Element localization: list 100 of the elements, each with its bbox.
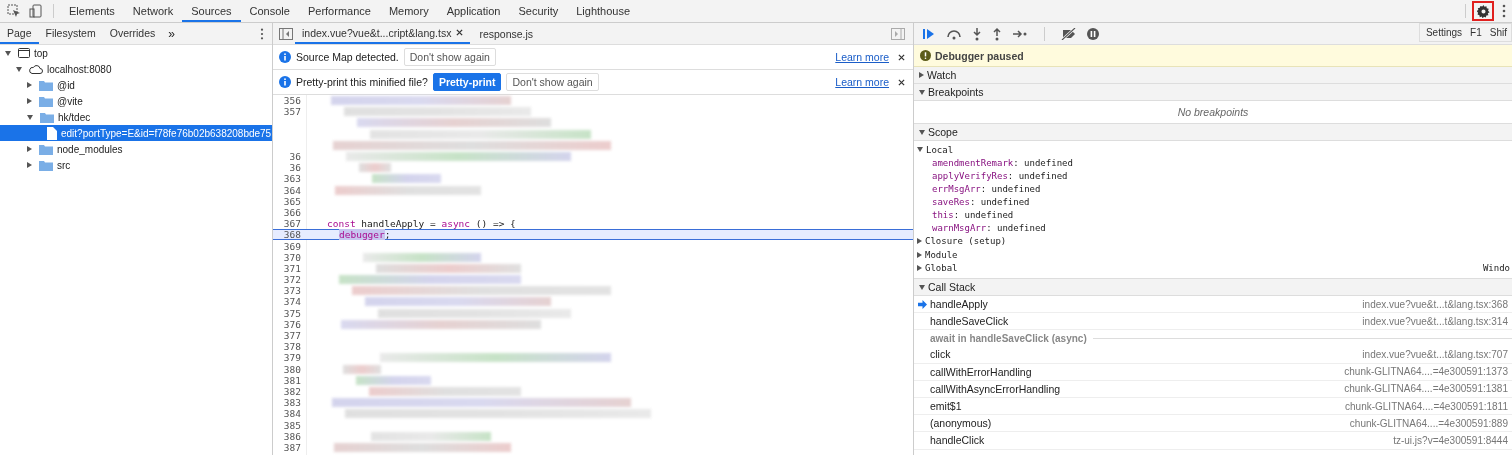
tree-item[interactable]: node_modules — [0, 141, 272, 157]
frame-location[interactable]: chunk-GLITNA64....=4e300591:1373 — [1344, 366, 1508, 378]
inspect-element-icon[interactable] — [7, 4, 21, 18]
close-icon[interactable] — [456, 29, 464, 36]
variable-name: saveRes — [932, 196, 970, 207]
panel-tab[interactable]: Application — [437, 0, 510, 22]
tree-item[interactable]: edit?portType=E&id=f78fe76b02b638208bde75 — [0, 125, 272, 141]
frame-location[interactable]: tz-ui.js?v=4e300591:8444 — [1393, 434, 1508, 446]
step-over-icon[interactable] — [946, 27, 962, 40]
more-tabs-button[interactable]: » — [162, 26, 181, 41]
navigator-tab[interactable]: Overrides — [102, 23, 163, 44]
frame-name: handleClick — [930, 434, 985, 447]
panel-tab[interactable]: Elements — [60, 0, 124, 22]
tree-item[interactable]: @vite — [0, 93, 272, 109]
toggle-navigator-icon[interactable] — [279, 27, 293, 40]
infobar-button[interactable]: Don't show again — [506, 73, 599, 91]
close-icon[interactable] — [898, 78, 905, 86]
section-header[interactable]: Scope — [914, 124, 1512, 141]
more-options-icon[interactable] — [1502, 4, 1506, 18]
infobar-button[interactable]: Don't show again — [403, 48, 496, 66]
variable-value: : undefined — [1013, 157, 1073, 168]
file-tab[interactable]: response.js — [472, 23, 541, 44]
tree-label: edit?portType=E&id=f78fe76b02b638208bde75 — [61, 127, 272, 139]
step-into-icon[interactable] — [972, 26, 982, 41]
device-toolbar-icon[interactable] — [29, 4, 43, 18]
section-header[interactable]: Watch — [914, 67, 1512, 84]
panel-tab[interactable]: Security — [509, 0, 568, 22]
line-number: 363 — [283, 173, 301, 185]
line-number: 364 — [283, 184, 301, 196]
variable-name: errMsgArr — [932, 183, 981, 194]
panel-tab[interactable]: Console — [240, 0, 299, 22]
line-number: 370 — [283, 251, 301, 263]
file-tab[interactable]: index.vue?vue&t...cript&lang.tsx — [295, 23, 471, 44]
tree-item[interactable]: @id — [0, 77, 272, 93]
variable-name: warnMsgArr — [932, 222, 987, 233]
resume-icon[interactable] — [922, 27, 936, 40]
cloud-icon — [29, 64, 43, 74]
scope-label: Module — [925, 249, 958, 260]
line-number: 356 — [283, 95, 301, 107]
frame-location[interactable]: index.vue?vue&t...t&lang.tsx:707 — [1362, 348, 1508, 360]
frame-location[interactable]: chunk-GLITNA64....=4e300591:1381 — [1344, 383, 1508, 395]
frame-location[interactable]: index.vue?vue&t...t&lang.tsx:314 — [1362, 315, 1508, 327]
frame-name: callWithAsyncErrorHandling — [930, 382, 1061, 395]
toggle-debugger-icon[interactable] — [891, 27, 905, 40]
call-frame[interactable]: handleSaveClick index.vue?vue&t...t&lang.tsx:314 — [914, 313, 1512, 331]
line-number: 379 — [283, 352, 301, 364]
step-out-icon[interactable] — [992, 26, 1002, 41]
tree-item[interactable]: top — [0, 45, 272, 61]
section-header[interactable]: Breakpoints — [914, 84, 1512, 101]
panel-tab[interactable]: Network — [123, 0, 183, 22]
navigator-tab[interactable]: Filesystem — [38, 23, 103, 44]
frame-location[interactable]: chunk-GLITNA64....=4e300591:889 — [1349, 417, 1508, 429]
call-frame[interactable]: handleApply index.vue?vue&t...t&lang.tsx:368 — [914, 296, 1512, 314]
close-icon[interactable] — [898, 53, 905, 61]
learn-more-link[interactable]: Learn more — [835, 76, 889, 88]
call-frame[interactable]: click index.vue?vue&t...t&lang.tsx:707 — [914, 346, 1512, 364]
call-frame[interactable]: emit$1 chunk-GLITNA64....=4e300591:1811 — [914, 397, 1512, 416]
line-number: 383 — [283, 397, 301, 409]
frame-location[interactable]: index.vue?vue&t...t&lang.tsx:368 — [1362, 298, 1508, 310]
line-number: 36 — [289, 151, 301, 163]
section-header[interactable]: Call Stack — [914, 279, 1512, 296]
deactivate-breakpoints-icon[interactable] — [1061, 27, 1077, 40]
call-frame[interactable]: handleClick tz-ui.js?v=4e300591:8444 — [914, 432, 1512, 450]
step-icon[interactable] — [1012, 28, 1028, 39]
line-number: 382 — [283, 385, 301, 397]
folder-icon — [39, 159, 53, 171]
variable-value: : undefined — [980, 183, 1041, 194]
line-number: 368 — [283, 229, 301, 241]
call-frame[interactable]: callWithErrorHandling chunk-GLITNA64....=4e300591:1373 — [914, 363, 1512, 381]
line-number: 378 — [283, 341, 301, 353]
scope-group[interactable]: Module — [914, 248, 1512, 262]
more-options-icon[interactable] — [260, 27, 264, 40]
panel-tab[interactable]: Lighthouse — [567, 0, 640, 22]
tree-label: @vite — [57, 95, 83, 107]
call-frame[interactable]: (anonymous) chunk-GLITNA64....=4e300591:889 — [914, 415, 1512, 433]
frame-name: handleSaveClick — [930, 315, 1009, 328]
tree-item[interactable]: localhost:8080 — [0, 61, 272, 77]
folder-icon — [40, 111, 54, 123]
tree-label: @id — [57, 79, 75, 91]
pause-on-exceptions-icon[interactable] — [1087, 27, 1099, 40]
tooltip-shortcut: F1 — [1470, 27, 1482, 38]
tree-label: src — [57, 159, 71, 171]
tooltip-shortcut: Shif — [1489, 27, 1507, 38]
tree-item[interactable]: hk/tdec — [0, 109, 272, 125]
line-number: 384 — [283, 408, 301, 420]
infobar-button[interactable]: Pretty-print — [432, 73, 502, 91]
scope-group[interactable]: Global Windo — [914, 261, 1512, 275]
line-number: 369 — [283, 240, 301, 252]
scope-label: Global — [925, 263, 958, 274]
scope-group[interactable]: Local — [914, 143, 1512, 157]
paused-message: Debugger paused — [935, 49, 1024, 62]
tree-item[interactable]: src — [0, 157, 272, 173]
call-frame[interactable]: callWithAsyncErrorHandling chunk-GLITNA64....=4e300591:1381 — [914, 380, 1512, 398]
panel-tab[interactable]: Performance — [298, 0, 380, 22]
scope-group[interactable]: Closure (setup) — [914, 234, 1512, 248]
learn-more-link[interactable]: Learn more — [835, 51, 889, 63]
panel-tab[interactable]: Memory — [379, 0, 438, 22]
navigator-tab[interactable]: Page — [0, 23, 39, 44]
settings-button[interactable] — [1472, 1, 1494, 21]
frame-location[interactable]: chunk-GLITNA64....=4e300591:1811 — [1345, 400, 1508, 412]
